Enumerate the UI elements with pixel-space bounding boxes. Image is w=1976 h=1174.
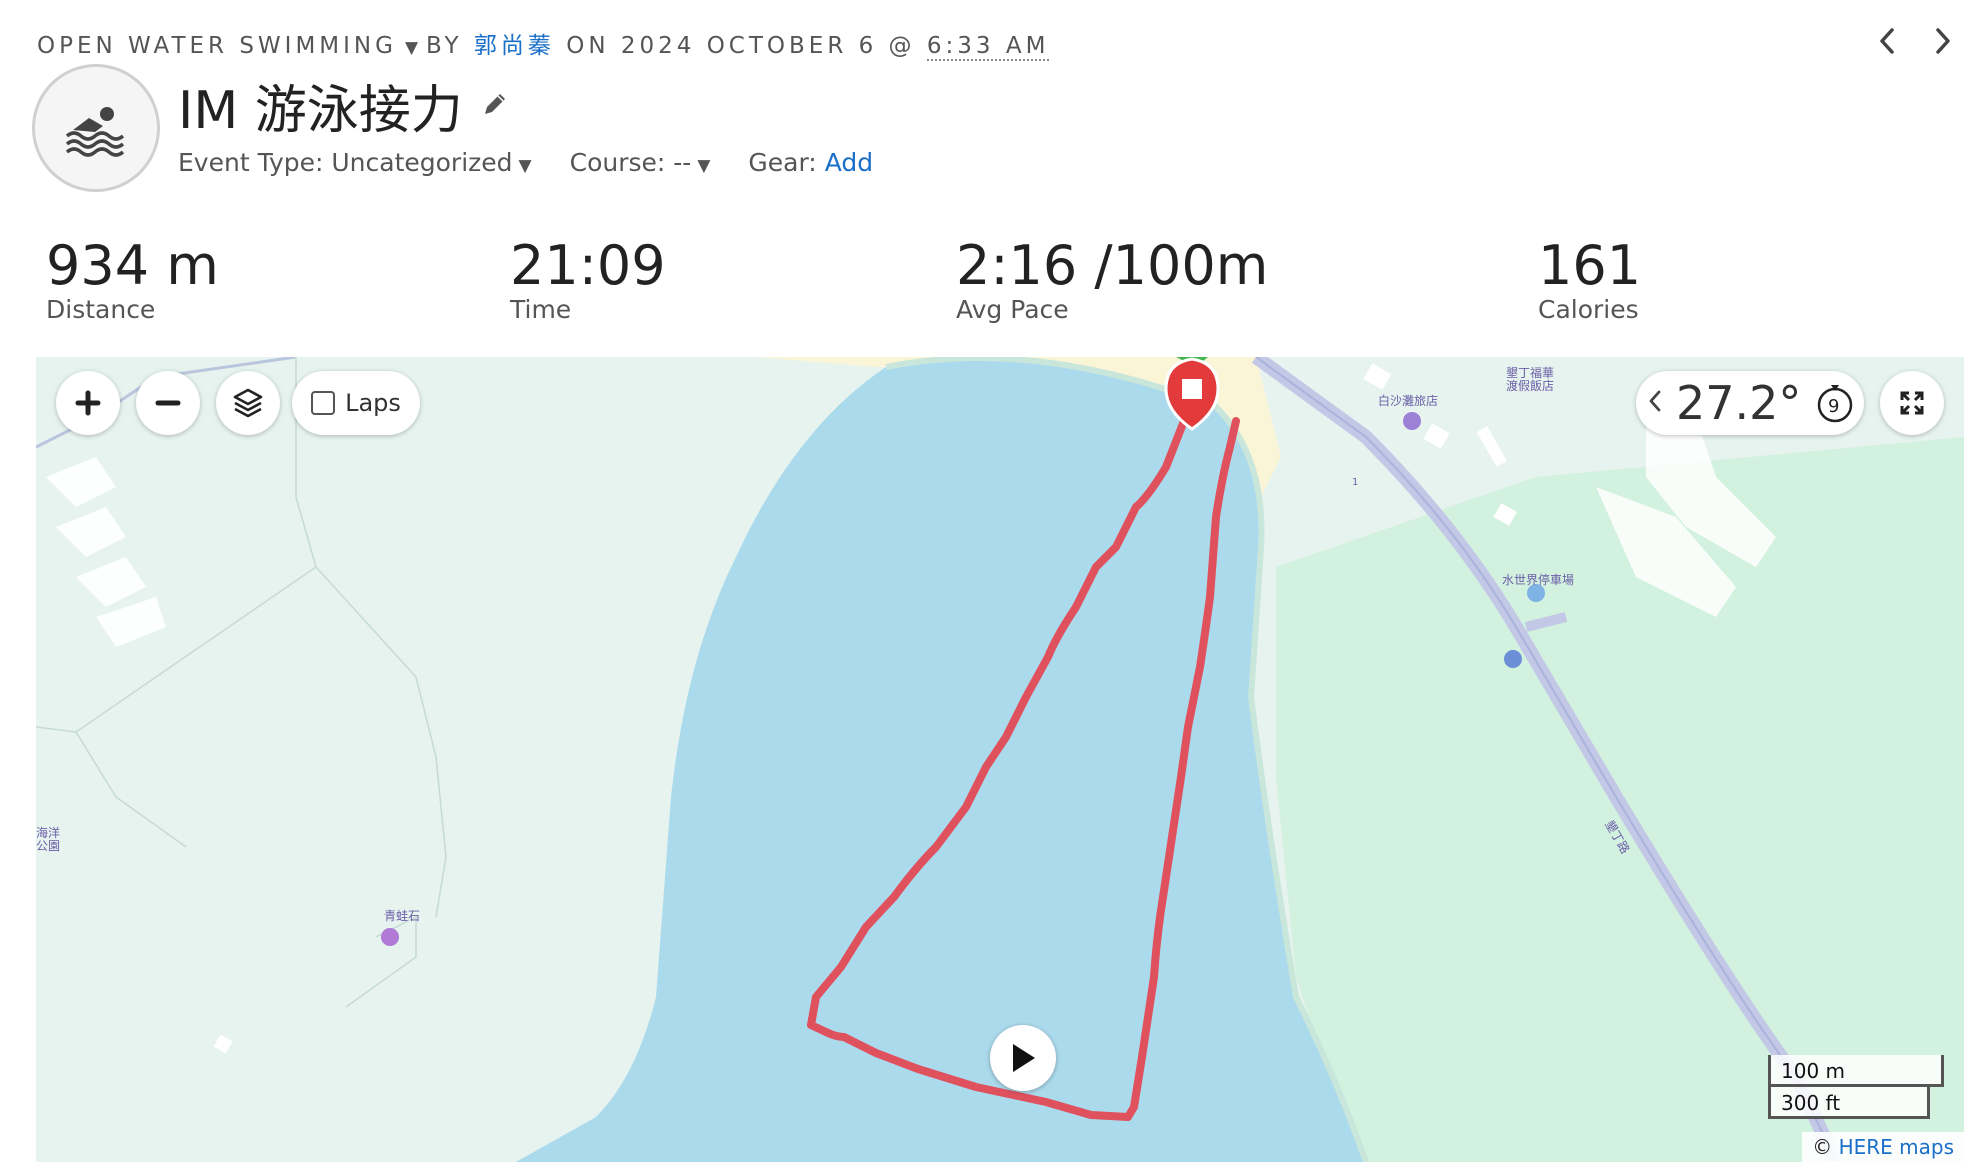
minus-icon (155, 400, 181, 406)
previous-activity-icon[interactable] (1870, 24, 1904, 58)
scale-imperial: 300 ft (1768, 1087, 1930, 1119)
course-selector[interactable]: Course: -- ▼ (570, 148, 711, 177)
stat-value: 21:09 (510, 234, 666, 297)
event-type-selector[interactable]: Event Type: Uncategorized ▼ (178, 148, 532, 177)
by-label: BY (426, 33, 463, 59)
map-attribution: © HERE maps (1802, 1132, 1964, 1162)
timer-badge-value: 9 (1827, 395, 1840, 417)
temperature-widget: 27.2° 9 (1636, 371, 1864, 435)
laps-checkbox[interactable] (311, 391, 336, 415)
map-label-ocean-park: 海洋 公園 (36, 826, 61, 853)
event-type-label: Event Type: (178, 148, 324, 177)
zoom-out-button[interactable] (136, 371, 200, 435)
author-link[interactable]: 郭尚蓁 (474, 33, 555, 59)
scale-metric: 100 m (1768, 1055, 1944, 1087)
map-label-hotel: 墾丁福華 渡假飯店 (1506, 366, 1555, 393)
title-row: IM 游泳接力 (178, 68, 509, 143)
chevron-left-icon[interactable] (1648, 389, 1662, 417)
stat-label: Time (510, 295, 572, 325)
event-type-dropdown-icon[interactable]: ▼ (519, 156, 532, 176)
stat-value: 2:16 /100m (956, 234, 1269, 297)
edit-title-icon[interactable] (481, 90, 509, 122)
stat-label: Distance (46, 295, 156, 325)
map-label-frog-rock: 青蛙石 (384, 909, 421, 923)
date-label: ON 2024 OCTOBER 6 @ (566, 33, 916, 59)
gear-label: Gear: (748, 148, 817, 177)
activity-type[interactable]: OPEN WATER SWIMMING (37, 33, 397, 59)
route-map[interactable]: 墾丁福華 渡假飯店 白沙灘旅店 水世界停車場 墾丁路 青蛙石 海洋 公園 1 L… (36, 357, 1964, 1162)
copyright-symbol: © (1812, 1135, 1833, 1159)
expand-icon (1900, 391, 1924, 415)
add-gear-link[interactable]: Add (825, 148, 873, 177)
stat-calories: 161 Calories (1538, 234, 1642, 325)
map-label-baisha: 白沙灘旅店 (1378, 394, 1439, 408)
activity-header-line: OPEN WATER SWIMMING ▼ BY 郭尚蓁 ON 2024 OCTOB… (37, 26, 1050, 61)
gear-selector: Gear: Add (748, 148, 873, 177)
course-label: Course: (569, 148, 666, 177)
stat-time: 21:09 Time (510, 234, 666, 325)
event-type-value[interactable]: Uncategorized (331, 148, 512, 177)
layers-button[interactable] (216, 371, 280, 435)
activity-title: IM 游泳接力 (178, 81, 463, 141)
laps-toggle[interactable]: Laps (292, 371, 420, 435)
zoom-in-button[interactable] (56, 371, 120, 435)
laps-label: Laps (345, 389, 401, 417)
play-route-button[interactable] (990, 1025, 1056, 1091)
timer-badge-icon[interactable]: 9 (1815, 383, 1853, 423)
stats-row: 934 m Distance 21:09 Time 2:16 /100m Avg… (0, 236, 1976, 336)
stat-value: 934 m (46, 234, 219, 297)
play-icon (1013, 1044, 1035, 1072)
map-scale: 100 m 300 ft (1768, 1055, 1944, 1119)
activity-meta: Event Type: Uncategorized ▼ Course: -- ▼ G… (178, 148, 873, 177)
layers-icon (233, 388, 263, 418)
stat-label: Calories (1538, 295, 1639, 325)
activity-type-dropdown-icon[interactable]: ▼ (405, 38, 418, 58)
stat-label: Avg Pace (956, 295, 1069, 325)
plus-icon (75, 390, 101, 416)
swimming-icon (32, 64, 160, 192)
next-activity-icon[interactable] (1926, 24, 1960, 58)
course-value[interactable]: -- (673, 148, 691, 177)
stat-value: 161 (1538, 234, 1642, 297)
temperature-value: 27.2° (1676, 376, 1802, 430)
activity-nav (1870, 24, 1960, 58)
fullscreen-button[interactable] (1880, 371, 1944, 435)
here-maps-link[interactable]: HERE maps (1839, 1135, 1954, 1159)
stat-distance: 934 m Distance (46, 234, 219, 325)
map-label-water-world: 水世界停車場 (1502, 573, 1575, 587)
stat-avg-pace: 2:16 /100m Avg Pace (956, 234, 1269, 325)
activity-time[interactable]: 6:33 AM (926, 33, 1050, 61)
course-dropdown-icon[interactable]: ▼ (697, 156, 710, 176)
map-label-one: 1 (1352, 477, 1359, 488)
